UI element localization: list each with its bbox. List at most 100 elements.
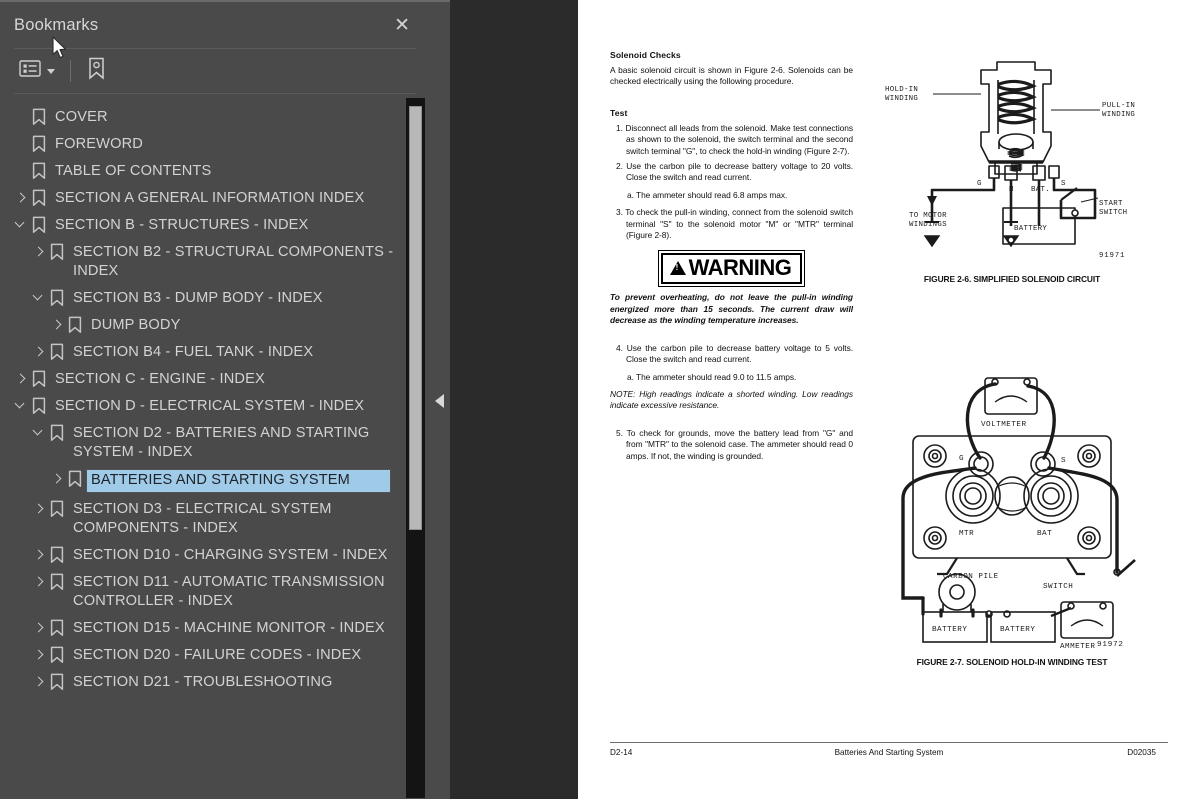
chevron-right-icon[interactable]: [12, 370, 30, 389]
bookmark-icon: [50, 673, 64, 691]
figure-2-6-label-windings: WINDINGS: [909, 221, 947, 229]
bookmark-icon: [50, 546, 64, 564]
bookmark-label: SECTION D - ELECTRICAL SYSTEM - INDEX: [55, 398, 365, 414]
bookmark-item[interactable]: DUMP BODY: [0, 312, 430, 339]
bookmark-icon: [68, 470, 82, 488]
figure-2-7-label-switch: SWITCH: [1043, 583, 1073, 591]
figure-2-7: VOLTMETER G S MTR BAT CARBON PILE SWITCH…: [878, 376, 1146, 667]
bookmark-icon: [32, 189, 46, 207]
bookmark-item[interactable]: SECTION B2 - STRUCTURAL COMPONENTS - IND…: [0, 239, 430, 285]
figure-2-6-label-pull-in: PULL-IN: [1102, 102, 1135, 110]
new-bookmark-button[interactable]: [81, 54, 113, 89]
figure-2-6-label-s: S: [1061, 180, 1066, 188]
chevron-right-icon[interactable]: [30, 646, 48, 665]
bookmark-label: FOREWORD: [55, 136, 143, 152]
bookmarks-scrollbar[interactable]: [406, 98, 425, 798]
new-bookmark-icon: [86, 57, 108, 86]
bookmark-label: SECTION B4 - FUEL TANK - INDEX: [73, 344, 314, 360]
bookmark-item[interactable]: SECTION B3 - DUMP BODY - INDEX: [0, 285, 430, 312]
bookmark-icon: [50, 573, 64, 591]
chevron-right-icon[interactable]: [30, 619, 48, 638]
figure-2-7-label-bat: BAT: [1037, 530, 1052, 538]
collapse-panel-icon[interactable]: [435, 394, 444, 408]
bookmark-item[interactable]: SECTION C - ENGINE - INDEX: [0, 366, 430, 393]
bookmark-item[interactable]: SECTION B - STRUCTURES - INDEX: [0, 212, 430, 239]
chevron-down-icon[interactable]: [30, 289, 48, 308]
bookmark-twisty-none: [12, 135, 30, 154]
bookmark-label: SECTION D2 - BATTERIES AND STARTING SYST…: [73, 425, 370, 460]
bookmark-label: SECTION A GENERAL INFORMATION INDEX: [55, 190, 365, 206]
bookmark-label: SECTION B3 - DUMP BODY - INDEX: [73, 290, 323, 306]
chevron-right-icon[interactable]: [30, 546, 48, 565]
section-heading: Solenoid Checks: [610, 50, 681, 60]
bookmark-icon: [32, 397, 46, 415]
test-step: 3. To check the pull-in winding, connect…: [616, 207, 853, 241]
footer-section-title: Batteries And Starting System: [834, 748, 944, 757]
bookmark-icon: [50, 424, 64, 442]
test-step: 1. Disconnect all leads from the solenoi…: [616, 122, 853, 156]
bookmark-icon: [68, 316, 82, 334]
chevron-right-icon[interactable]: [30, 673, 48, 692]
bookmark-item[interactable]: SECTION D20 - FAILURE CODES - INDEX: [0, 642, 430, 669]
bookmark-item[interactable]: SECTION D15 - MACHINE MONITOR - INDEX: [0, 615, 430, 642]
warning-banner: WARNING: [610, 253, 853, 285]
bookmark-icon: [32, 162, 46, 180]
bookmark-icon: [50, 343, 64, 361]
chevron-down-icon[interactable]: [12, 397, 30, 416]
chevron-right-icon[interactable]: [12, 189, 30, 208]
bookmark-item[interactable]: SECTION D3 - ELECTRICAL SYSTEM COMPONENT…: [0, 496, 430, 542]
bookmark-item[interactable]: FOREWORD: [0, 131, 430, 158]
document-viewer: Solenoid Checks A basic solenoid circuit…: [450, 0, 1200, 799]
chevron-down-icon[interactable]: [12, 216, 30, 235]
bookmark-icon: [50, 500, 64, 518]
bookmark-label: SECTION D20 - FAILURE CODES - INDEX: [73, 647, 362, 663]
figure-2-6-label-g: G: [977, 180, 982, 188]
figure-2-6-label-hold-in: HOLD-IN: [885, 86, 918, 94]
close-icon[interactable]: ✕: [390, 13, 414, 38]
pdf-viewer-window: Bookmarks ✕ COVER FOREWORD TABLE OF CONT…: [0, 0, 1200, 799]
chevron-down-icon[interactable]: [30, 424, 48, 443]
bookmark-item[interactable]: SECTION D2 - BATTERIES AND STARTING SYST…: [0, 420, 430, 466]
chevron-right-icon[interactable]: [30, 500, 48, 519]
chevron-right-icon[interactable]: [30, 243, 48, 262]
bookmark-item[interactable]: TABLE OF CONTENTS: [0, 158, 430, 185]
bookmark-options-button[interactable]: [14, 57, 60, 85]
figure-2-6-label-switch: SWITCH: [1099, 209, 1127, 217]
bookmark-item[interactable]: SECTION B4 - FUEL TANK - INDEX: [0, 339, 430, 366]
chevron-right-icon[interactable]: [30, 343, 48, 362]
footer-page-number: D2-14: [610, 748, 633, 757]
panel-title: Bookmarks: [14, 15, 99, 34]
bookmark-twisty-none: [12, 162, 30, 181]
bookmark-item[interactable]: SECTION D - ELECTRICAL SYSTEM - INDEX: [0, 393, 430, 420]
list-options-icon: [19, 60, 41, 82]
figure-2-6-label-m: M: [1009, 186, 1014, 194]
bookmark-icon: [32, 370, 46, 388]
bookmark-item[interactable]: COVER: [0, 104, 430, 131]
warning-text: To prevent overheating, do not leave the…: [610, 292, 853, 326]
test-step: 4. Use the carbon pile to decrease batte…: [616, 342, 853, 365]
bookmark-label: TABLE OF CONTENTS: [55, 163, 212, 179]
bookmarks-tree[interactable]: COVER FOREWORD TABLE OF CONTENTS SECTION A …: [0, 98, 430, 799]
bookmark-item[interactable]: SECTION D11 - AUTOMATIC TRANSMISSION CON…: [0, 569, 430, 615]
chevron-right-icon[interactable]: [48, 316, 66, 335]
bookmarks-toolbar: [0, 49, 430, 93]
test-substep: a. The ammeter should read 9.0 to 11.5 a…: [627, 371, 797, 382]
chevron-right-icon[interactable]: [30, 573, 48, 592]
bookmark-item[interactable]: SECTION D21 - TROUBLESHOOTING: [0, 669, 430, 696]
figure-2-6-drawing: HOLD-IN WINDING PULL-IN WINDING G S M BA…: [885, 61, 1135, 260]
warning-triangle-icon: [669, 261, 686, 276]
bookmarks-scrollbar-thumb[interactable]: [409, 106, 422, 530]
figure-2-7-label-mtr: MTR: [959, 530, 974, 538]
bookmarks-panel-header: Bookmarks ✕: [0, 2, 430, 48]
chevron-right-icon[interactable]: [48, 470, 66, 489]
figure-2-6-drawing-number: 91971: [1099, 252, 1125, 260]
panel-resize-strip[interactable]: [430, 0, 450, 799]
bookmark-item[interactable]: BATTERIES AND STARTING SYSTEM: [0, 466, 430, 496]
bookmark-label: SECTION D21 - TROUBLESHOOTING: [73, 674, 333, 690]
figure-2-6-label-battery: BATTERY: [1014, 225, 1047, 233]
warning-label: WARNING: [688, 255, 792, 281]
bookmark-label: COVER: [55, 109, 108, 125]
bookmark-item[interactable]: SECTION A GENERAL INFORMATION INDEX: [0, 185, 430, 212]
figure-2-7-label-battery2: BATTERY: [1000, 626, 1035, 634]
bookmark-item[interactable]: SECTION D10 - CHARGING SYSTEM - INDEX: [0, 542, 430, 569]
